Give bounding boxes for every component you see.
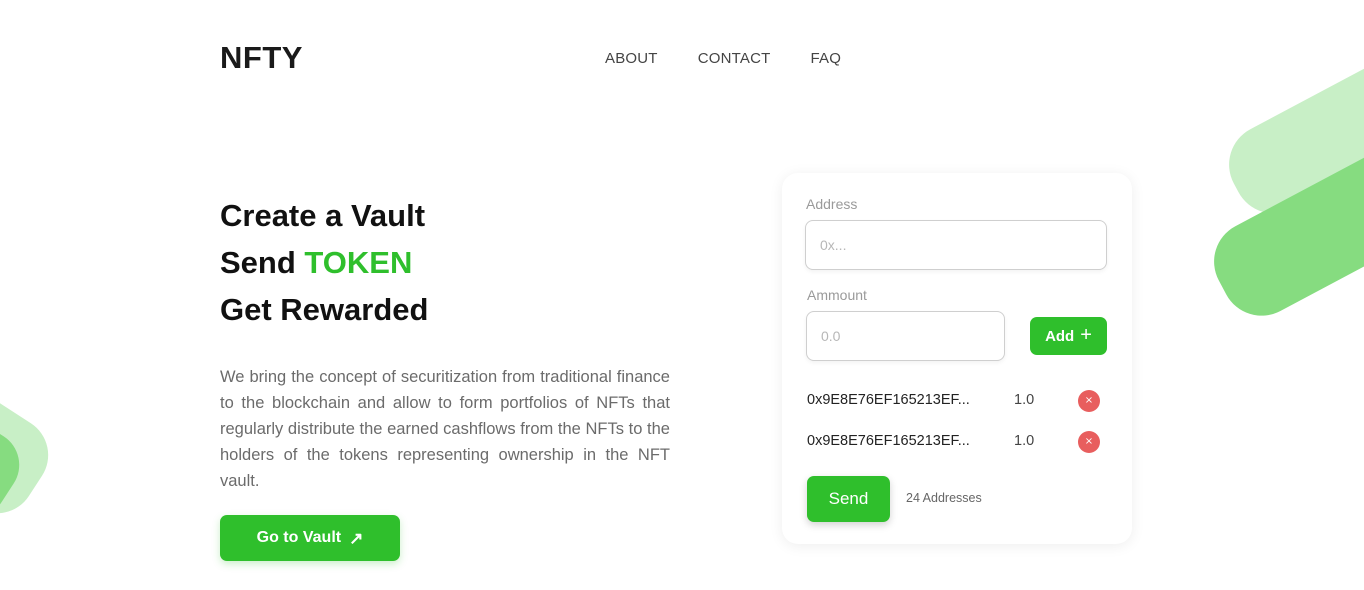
amount-input[interactable] — [806, 311, 1005, 361]
address-entry-row: 0x9E8E76EF165213EF... 1.0 × — [807, 390, 1102, 412]
hero-description: We bring the concept of securitization f… — [220, 368, 670, 490]
address-label: Address — [806, 196, 858, 212]
decorative-shape — [0, 335, 63, 528]
top-nav: ABOUT CONTACT FAQ — [605, 50, 841, 67]
hero-line-2: Send TOKEN — [220, 239, 428, 286]
add-label: Add — [1045, 327, 1075, 345]
hero-line-1: Create a Vault — [220, 198, 426, 233]
address-entry-row: 0x9E8E76EF165213EF... 1.0 × — [807, 431, 1102, 453]
go-to-vault-button[interactable]: Go to Vault ↗ — [220, 515, 400, 561]
page: NFTY ABOUT CONTACT FAQ Create a Vault Se… — [0, 0, 1364, 590]
logo[interactable]: NFTY — [220, 40, 303, 76]
hero-line-3: Get Rewarded — [220, 292, 429, 327]
entry-amount: 1.0 — [1014, 392, 1035, 408]
nav-about[interactable]: ABOUT — [605, 50, 658, 67]
send-form-card: Address Ammount Add + 0x9E8E76EF165213EF… — [782, 173, 1132, 544]
entry-amount: 1.0 — [1014, 433, 1035, 449]
entry-address: 0x9E8E76EF165213EF... — [807, 433, 970, 449]
hero-line-2-accent: TOKEN — [304, 245, 413, 280]
remove-entry-button[interactable]: × — [1078, 390, 1100, 412]
amount-label: Ammount — [807, 287, 867, 303]
entry-address: 0x9E8E76EF165213EF... — [807, 392, 970, 408]
arrow-up-right-icon: ↗ — [349, 528, 364, 548]
hero-title: Create a Vault Send TOKEN Get Rewarded — [220, 192, 428, 333]
go-to-vault-label: Go to Vault — [256, 529, 342, 546]
hero-line-2-prefix: Send — [220, 245, 305, 280]
address-count: 24 Addresses — [906, 491, 982, 505]
remove-entry-button[interactable]: × — [1078, 431, 1100, 453]
nav-contact[interactable]: CONTACT — [698, 50, 771, 67]
send-button[interactable]: Send — [807, 476, 890, 522]
address-input[interactable] — [805, 220, 1107, 270]
nav-faq[interactable]: FAQ — [810, 50, 841, 67]
plus-icon: + — [1080, 324, 1092, 346]
add-button[interactable]: Add + — [1030, 317, 1107, 355]
